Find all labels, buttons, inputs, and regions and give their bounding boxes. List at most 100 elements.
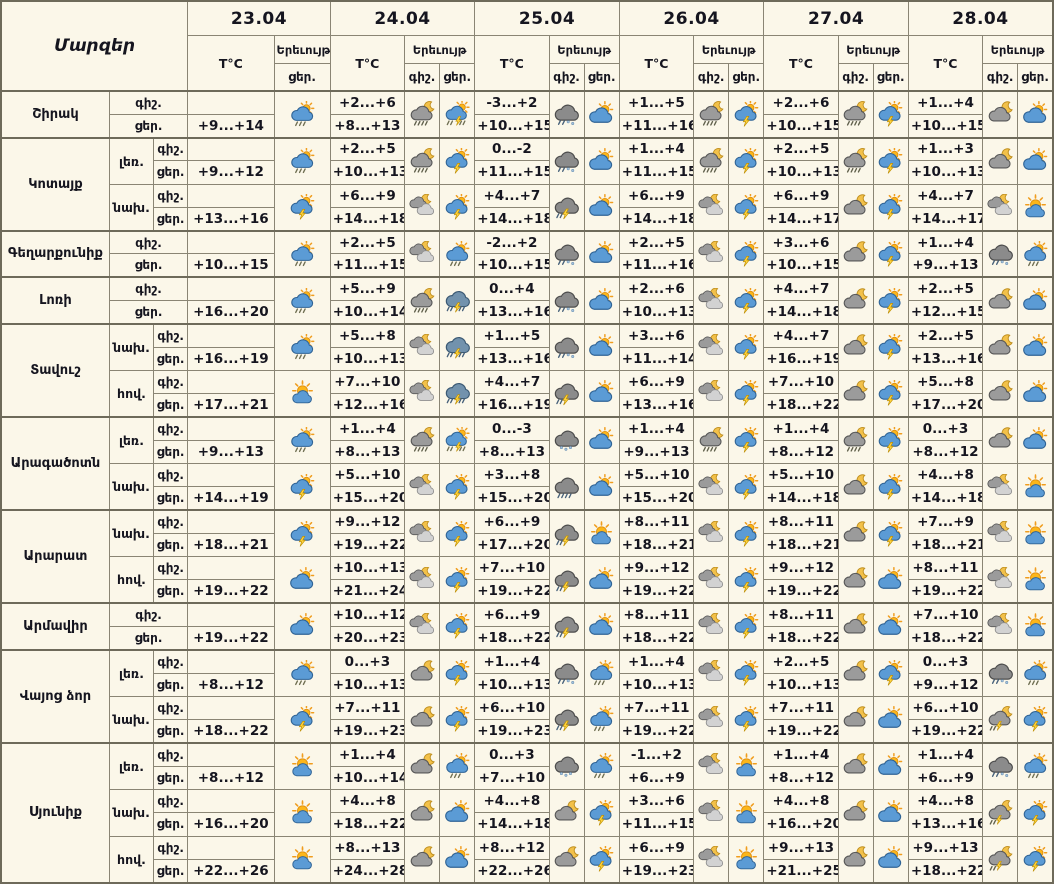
temp-night: +2...+5 — [330, 231, 404, 254]
sun-cloud-icon — [873, 743, 908, 790]
temp-day: +16...+20 — [764, 813, 838, 836]
temp-night: 0...+3 — [908, 417, 982, 440]
temp-night: +7...+10 — [908, 603, 982, 626]
temp-day: +11...+16 — [619, 114, 693, 137]
sun-cloud-thunder-icon — [873, 138, 908, 185]
temp-day: +16...+20 — [188, 813, 274, 836]
temp-day: +10...+13 — [330, 347, 404, 370]
temp-night: +3...+6 — [764, 231, 838, 254]
cloud-thunder-icon — [549, 510, 584, 557]
sun-horizon-cloud-icon — [274, 370, 330, 417]
temp-day: +10...+15 — [764, 114, 838, 137]
temp-day: +10...+13 — [764, 161, 838, 184]
sun-cloud-icon — [584, 184, 619, 231]
sun-cloud-thunder-icon — [873, 510, 908, 557]
temp-day: +10...+15 — [188, 254, 274, 277]
temp-day: +10...+13 — [475, 673, 549, 696]
sun-cloud-thunder-icon — [1018, 836, 1053, 883]
day-row-label: ցեր. — [109, 254, 187, 277]
moon-clouds-icon — [694, 603, 729, 650]
temp-day: +11...+15 — [475, 161, 549, 184]
region-name: Լոռի — [1, 277, 109, 324]
date-header: 25.04 — [475, 1, 620, 36]
sun-cloud-thunder-icon — [274, 464, 330, 511]
temp-night: +6...+9 — [619, 370, 693, 393]
temp-day: +7...+10 — [475, 766, 549, 789]
sun-cloud-thunder-icon — [440, 184, 475, 231]
phenomenon-column-header: Երեւույթ — [694, 36, 764, 64]
night-row-label: գիշ. — [154, 184, 188, 207]
temp-night: +1...+4 — [764, 417, 838, 440]
temp-column-header: T°C — [764, 36, 838, 92]
zone-label: նախ. — [109, 184, 153, 231]
moon-cloud-icon — [404, 696, 439, 743]
sun-cloud-icon — [1018, 417, 1053, 464]
day-row-label: ցեր. — [109, 626, 187, 649]
sun-cloud-rain-icon — [584, 696, 619, 743]
sun-cloud-icon — [584, 324, 619, 371]
region-name: Արմավիր — [1, 603, 109, 650]
zone-label: լեռ. — [109, 138, 153, 185]
temp-night — [188, 789, 274, 812]
temp-night: +9...+13 — [908, 836, 982, 859]
moon-cloud-icon — [838, 324, 873, 371]
moon-cloud-icon — [549, 836, 584, 883]
temp-night: +2...+5 — [619, 231, 693, 254]
night-subcolumn-header: գիշ. — [838, 64, 873, 92]
temp-night: 0...+3 — [330, 650, 404, 673]
temp-day: +20...+23 — [330, 626, 404, 649]
temp-day: +13...+16 — [619, 394, 693, 417]
moon-clouds-icon — [694, 789, 729, 836]
cloud-rain-thunder-icon — [440, 370, 475, 417]
sun-cloud-thunder-icon — [440, 557, 475, 604]
temp-day: +10...+13 — [764, 673, 838, 696]
sun-cloud-icon — [440, 836, 475, 883]
cloud-thunder-icon — [549, 184, 584, 231]
temp-night: +8...+11 — [764, 510, 838, 533]
zone-label: նախ. — [109, 510, 153, 557]
moon-clouds-icon — [694, 184, 729, 231]
cloud-rain-snow-icon — [549, 650, 584, 697]
cloud-thunder-icon — [549, 696, 584, 743]
temp-night: +8...+13 — [330, 836, 404, 859]
temp-night: +3...+6 — [619, 789, 693, 812]
moon-clouds-icon — [404, 603, 439, 650]
sun-cloud-thunder-icon — [873, 231, 908, 278]
sun-cloud-thunder-icon — [729, 696, 764, 743]
cloud-rain-snow-icon — [983, 650, 1018, 697]
cloud-rain-snow-icon — [983, 743, 1018, 790]
day-row-label: ցեր. — [154, 813, 188, 836]
region-name: Վայոց ձոր — [1, 650, 109, 743]
moon-cloud-icon — [838, 277, 873, 324]
temp-day: +6...+9 — [619, 766, 693, 789]
temp-night: +9...+12 — [619, 557, 693, 580]
sun-cloud-rain-icon — [274, 650, 330, 697]
sun-cloud-icon — [584, 231, 619, 278]
temp-night: +4...+7 — [764, 277, 838, 300]
sun-horizon-cloud-icon — [1018, 510, 1053, 557]
moon-clouds-icon — [983, 464, 1018, 511]
moon-clouds-icon — [694, 743, 729, 790]
temp-day: +10...+14 — [330, 301, 404, 324]
temp-night — [188, 184, 274, 207]
moon-clouds-icon — [694, 277, 729, 324]
sun-cloud-thunder-icon — [873, 91, 908, 138]
moon-cloud-icon — [838, 743, 873, 790]
temp-night — [188, 277, 274, 300]
sun-cloud-rain-icon — [440, 231, 475, 278]
sun-cloud-thunder-icon — [873, 464, 908, 511]
moon-cloud-icon — [404, 650, 439, 697]
sun-cloud-thunder-icon — [274, 510, 330, 557]
temp-day: +10...+13 — [330, 161, 404, 184]
temp-night: 0...+4 — [475, 277, 549, 300]
night-subcolumn-header: գիշ. — [404, 64, 439, 92]
temp-day: +19...+23 — [330, 720, 404, 743]
region-name: Տավուշ — [1, 324, 109, 417]
temp-day: +19...+22 — [188, 626, 274, 649]
moon-cloud-icon — [983, 138, 1018, 185]
sun-cloud-thunder-icon — [729, 510, 764, 557]
temp-night: -1...+2 — [619, 743, 693, 766]
night-row-label: գիշ. — [154, 370, 188, 393]
sun-cloud-thunder-icon — [729, 650, 764, 697]
temp-night: +7...+11 — [619, 696, 693, 719]
